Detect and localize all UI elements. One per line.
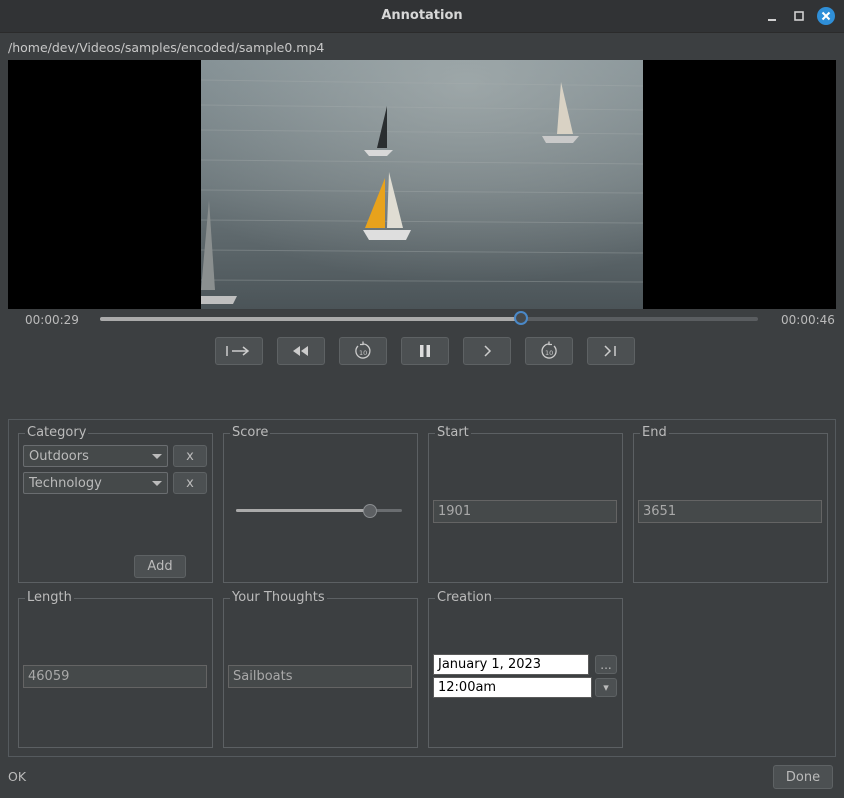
chevron-down-icon	[152, 454, 162, 459]
total-time: 00:00:46	[781, 313, 835, 327]
forward-10-button[interactable]: 10	[525, 337, 573, 365]
video-frame	[200, 60, 644, 309]
video-viewport[interactable]	[8, 60, 836, 309]
rewind-button[interactable]	[277, 337, 325, 365]
done-button[interactable]: Done	[773, 765, 833, 789]
pause-icon	[420, 345, 430, 357]
date-picker-button[interactable]: ...	[595, 655, 617, 674]
status-text: OK	[8, 769, 27, 784]
category-value-1: Outdoors	[29, 449, 89, 464]
category-label: Category	[25, 425, 89, 440]
length-label: Length	[25, 590, 74, 605]
creation-label: Creation	[435, 590, 495, 605]
jump-to-start-icon	[226, 346, 250, 356]
length-field[interactable]: 46059	[23, 665, 207, 688]
chevron-right-icon	[484, 345, 492, 357]
score-slider-track[interactable]	[236, 509, 402, 512]
next-frame-button[interactable]	[463, 337, 511, 365]
thoughts-label: Your Thoughts	[230, 590, 327, 605]
svg-text:10: 10	[359, 349, 367, 357]
time-dropdown-button[interactable]: ▾	[595, 678, 617, 697]
pause-button[interactable]	[401, 337, 449, 365]
end-label: End	[640, 425, 669, 440]
creation-time-field[interactable]: 12:00am	[433, 677, 592, 698]
creation-date-field[interactable]: January 1, 2023	[433, 654, 589, 675]
maximize-icon[interactable]	[790, 7, 808, 25]
remove-category-1-button[interactable]: x	[173, 445, 207, 467]
category-select-1[interactable]: Outdoors	[23, 445, 168, 467]
remove-category-2-button[interactable]: x	[173, 472, 207, 494]
score-slider-fill	[236, 509, 371, 512]
start-label: Start	[435, 425, 471, 440]
close-icon[interactable]	[817, 7, 835, 25]
category-select-2[interactable]: Technology	[23, 472, 168, 494]
back-10-button[interactable]: 10	[339, 337, 387, 365]
thoughts-field[interactable]: Sailboats	[228, 665, 412, 688]
minimize-icon[interactable]	[764, 7, 782, 25]
file-path: /home/dev/Videos/samples/encoded/sample0…	[8, 40, 325, 55]
add-category-button[interactable]: Add	[134, 555, 186, 578]
score-group: Score	[223, 425, 418, 583]
skip-to-end-icon	[604, 345, 616, 357]
end-field[interactable]: 3651	[638, 500, 822, 523]
seek-thumb[interactable]	[514, 311, 529, 325]
seek-bar[interactable]	[100, 317, 758, 321]
start-field[interactable]: 1901	[433, 500, 617, 523]
go-to-end-button[interactable]	[587, 337, 635, 365]
window-title: Annotation	[381, 8, 463, 23]
seek-bar-fill	[100, 317, 522, 321]
go-to-start-button[interactable]	[215, 337, 263, 365]
current-time: 00:00:29	[25, 313, 79, 327]
title-bar: Annotation	[0, 0, 844, 33]
forward-10-icon: 10	[541, 341, 557, 359]
svg-text:10: 10	[545, 349, 553, 357]
score-label: Score	[230, 425, 271, 440]
replay-10-icon: 10	[355, 341, 371, 359]
chevron-down-icon	[152, 481, 162, 486]
category-value-2: Technology	[29, 476, 102, 491]
rewind-icon	[293, 346, 308, 356]
